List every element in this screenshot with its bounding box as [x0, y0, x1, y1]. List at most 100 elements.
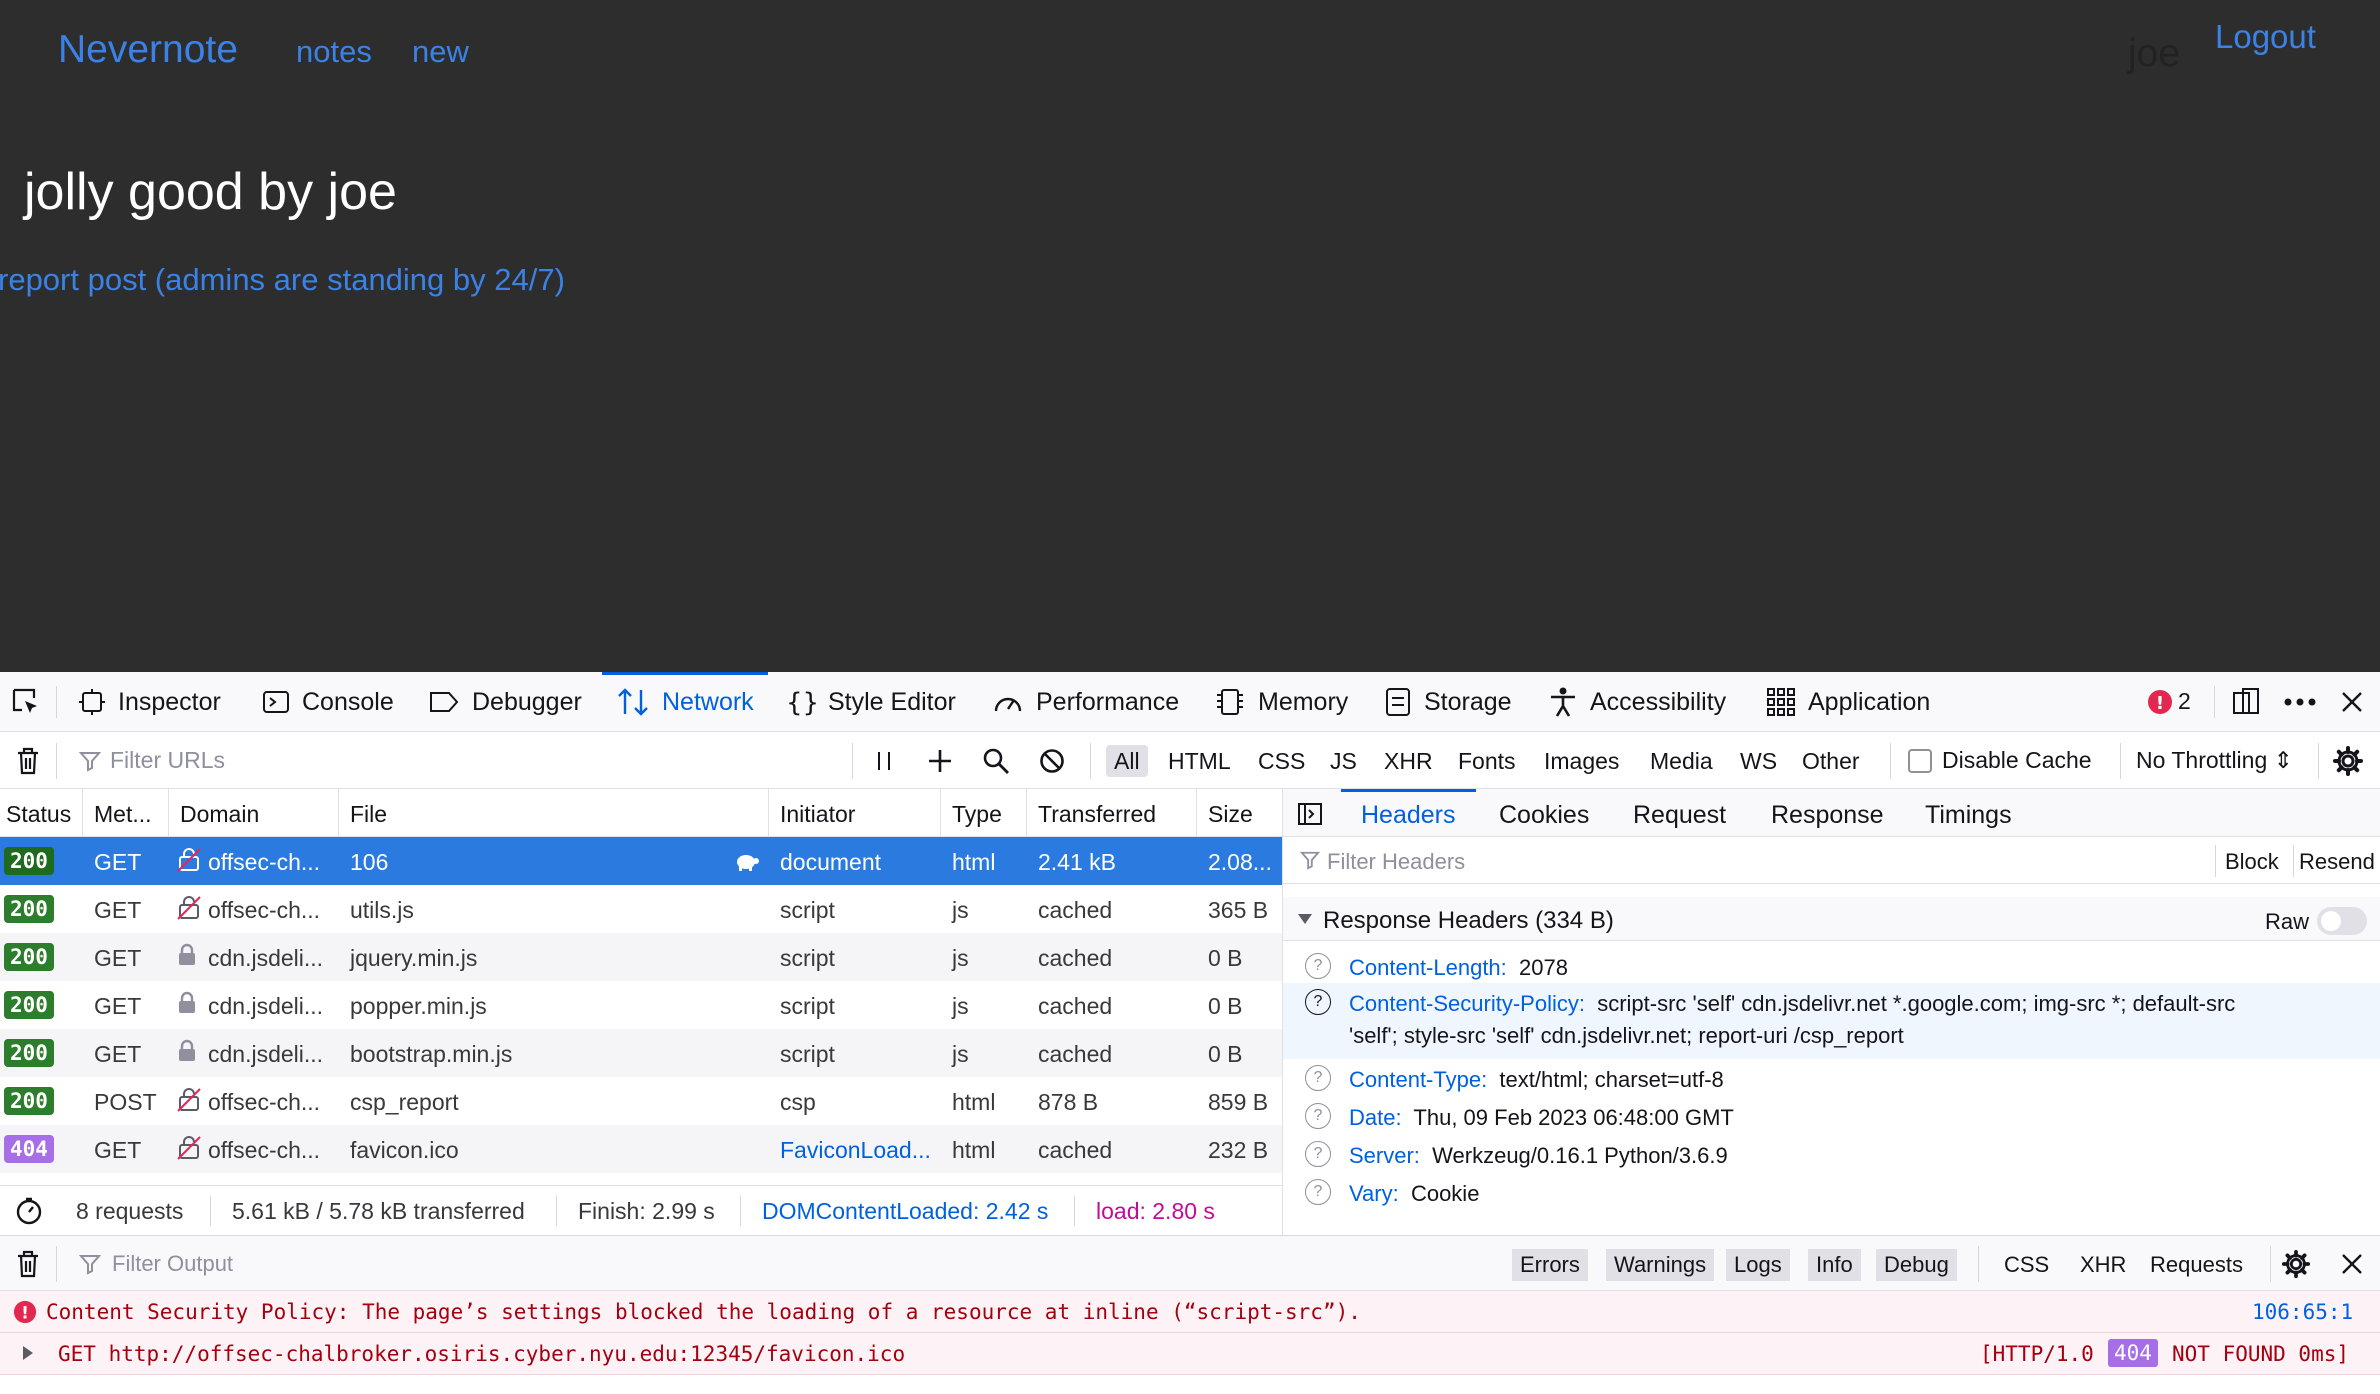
clear-console-icon[interactable] [12, 1248, 44, 1280]
filter-css[interactable]: CSS [1250, 745, 1313, 777]
filter-html[interactable]: HTML [1160, 745, 1239, 777]
help-icon[interactable]: ? [1305, 1103, 1331, 1129]
response-header-row[interactable]: ? Date: Thu, 09 Feb 2023 06:48:00 GMT [1283, 1097, 2380, 1135]
tab-style-editor[interactable]: {} Style Editor [786, 672, 956, 732]
block-icon[interactable] [1036, 745, 1068, 777]
error-count[interactable]: 2 [2178, 688, 2191, 715]
panel-tab-cookies[interactable]: Cookies [1499, 801, 1589, 830]
help-icon[interactable]: ? [1305, 1065, 1331, 1091]
panel-tab-response[interactable]: Response [1771, 801, 1884, 830]
tab-memory[interactable]: Memory [1214, 672, 1348, 732]
domcontentloaded-time: DOMContentLoaded: 2.42 s [762, 1198, 1049, 1224]
col-domain[interactable]: Domain [180, 801, 259, 828]
console-filter-xhr[interactable]: XHR [2080, 1252, 2126, 1278]
tab-application[interactable]: Application [1766, 672, 1930, 732]
element-picker-icon[interactable] [10, 686, 42, 718]
col-transferred[interactable]: Transferred [1038, 801, 1156, 828]
console-filter-css[interactable]: CSS [2004, 1252, 2049, 1278]
help-icon[interactable]: ? [1305, 953, 1331, 979]
error-icon[interactable]: ! [2146, 688, 2174, 716]
report-post-link[interactable]: report post (admins are standing by 24/7… [0, 262, 565, 298]
tab-network[interactable]: Network [602, 672, 768, 732]
console-message-csp[interactable]: ! Content Security Policy: The page’s se… [0, 1291, 2380, 1333]
filter-xhr[interactable]: XHR [1376, 745, 1441, 777]
block-button[interactable]: Block [2225, 849, 2279, 875]
filter-js[interactable]: JS [1322, 745, 1365, 777]
filter-fonts[interactable]: Fonts [1450, 745, 1524, 777]
filter-urls-input[interactable]: Filter URLs [110, 747, 225, 774]
more-options-icon[interactable] [2284, 686, 2316, 718]
request-row[interactable]: 404 GET offsec-ch... favicon.ico FaviconLoad… [0, 1125, 1282, 1173]
level-logs[interactable]: Logs [1726, 1249, 1790, 1281]
help-icon[interactable]: ? [1305, 1179, 1331, 1205]
col-initiator[interactable]: Initiator [780, 801, 855, 828]
throttling-select[interactable]: No Throttling ⇕ [2136, 747, 2293, 774]
responsive-design-icon[interactable] [2230, 686, 2262, 718]
toggle-panel-icon[interactable] [1295, 799, 1325, 829]
disable-cache-checkbox[interactable] [1908, 749, 1932, 773]
tab-storage[interactable]: Storage [1384, 672, 1512, 732]
close-console-icon[interactable] [2336, 1248, 2368, 1280]
filter-media[interactable]: Media [1642, 745, 1721, 777]
collapse-triangle-icon[interactable] [1295, 909, 1315, 929]
col-type[interactable]: Type [952, 801, 1002, 828]
response-header-row[interactable]: ? Vary: Cookie [1283, 1173, 2380, 1211]
tab-console[interactable]: Console [262, 672, 394, 732]
level-debug[interactable]: Debug [1876, 1249, 1957, 1281]
console-message-404[interactable]: GET http://offsec-chalbroker.osiris.cybe… [0, 1333, 2380, 1375]
request-row[interactable]: 200 POST offsec-ch... csp_report csp html 878 … [0, 1077, 1282, 1125]
close-icon[interactable] [2336, 686, 2368, 718]
request-initiator: script [780, 945, 835, 971]
console-filter-requests[interactable]: Requests [2150, 1252, 2243, 1278]
console-message-location[interactable]: 106:65:1 [2252, 1300, 2353, 1324]
nav-new-link[interactable]: new [412, 34, 469, 70]
request-row[interactable]: 200 GET offsec-ch... 106 document html 2.41 kB… [0, 837, 1282, 885]
level-info[interactable]: Info [1808, 1249, 1861, 1281]
col-status[interactable]: Status [6, 801, 71, 828]
brand-link[interactable]: Nevernote [58, 28, 238, 72]
filter-output-input[interactable]: Filter Output [112, 1251, 233, 1277]
add-request-icon[interactable] [924, 745, 956, 777]
col-file[interactable]: File [350, 801, 387, 828]
response-headers-title[interactable]: Response Headers (334 B) [1323, 907, 1614, 935]
response-header-row[interactable]: ? Server: Werkzeug/0.16.1 Python/3.6.9 [1283, 1135, 2380, 1173]
search-icon[interactable] [980, 745, 1012, 777]
expand-triangle-icon[interactable] [18, 1343, 38, 1363]
panel-tab-timings[interactable]: Timings [1925, 801, 2012, 830]
request-row[interactable]: 200 GET cdn.jsdeli... popper.min.js script js… [0, 981, 1282, 1029]
tab-inspector[interactable]: Inspector [78, 672, 221, 732]
console-settings-gear-icon[interactable] [2278, 1246, 2314, 1282]
disable-cache-label[interactable]: Disable Cache [1942, 747, 2092, 774]
level-warnings[interactable]: Warnings [1606, 1249, 1715, 1281]
panel-tab-headers[interactable]: Headers [1341, 789, 1475, 830]
panel-tab-request[interactable]: Request [1633, 801, 1726, 830]
settings-gear-icon[interactable] [2330, 743, 2366, 779]
tab-performance[interactable]: Performance [992, 672, 1179, 732]
filter-ws[interactable]: WS [1732, 745, 1785, 777]
tab-accessibility[interactable]: Accessibility [1548, 672, 1726, 732]
col-size[interactable]: Size [1208, 801, 1253, 828]
logout-link[interactable]: Logout [2215, 18, 2316, 56]
help-icon[interactable]: ? [1305, 989, 1331, 1015]
request-row[interactable]: 200 GET cdn.jsdeli... jquery.min.js script js… [0, 933, 1282, 981]
col-method[interactable]: Met... [94, 801, 152, 828]
tab-debugger[interactable]: Debugger [428, 672, 582, 732]
request-row[interactable]: 200 GET offsec-ch... utils.js script js cached… [0, 885, 1282, 933]
raw-toggle[interactable] [2317, 907, 2367, 935]
resend-button[interactable]: Resend [2299, 849, 2375, 875]
request-row[interactable]: 200 GET cdn.jsdeli... bootstrap.min.js scrip… [0, 1029, 1282, 1077]
trash-icon[interactable] [12, 745, 44, 777]
help-icon[interactable]: ? [1305, 1141, 1331, 1167]
filter-other[interactable]: Other [1794, 745, 1868, 777]
response-header-row[interactable]: ? Content-Security-Policy: script-src 'se… [1283, 983, 2380, 1059]
filter-all[interactable]: All [1106, 745, 1148, 777]
response-header-row[interactable]: ? Content-Type: text/html; charset=utf-8 [1283, 1059, 2380, 1097]
level-errors[interactable]: Errors [1512, 1249, 1588, 1281]
pause-icon[interactable] [868, 745, 900, 777]
request-method: GET [94, 945, 142, 971]
filter-images[interactable]: Images [1536, 745, 1627, 777]
response-header-row[interactable]: ? Content-Length: 2078 [1283, 947, 2380, 985]
request-initiator[interactable]: FaviconLoad... [780, 1137, 931, 1164]
filter-headers-input[interactable]: Filter Headers [1327, 849, 1465, 875]
nav-notes-link[interactable]: notes [296, 34, 372, 70]
